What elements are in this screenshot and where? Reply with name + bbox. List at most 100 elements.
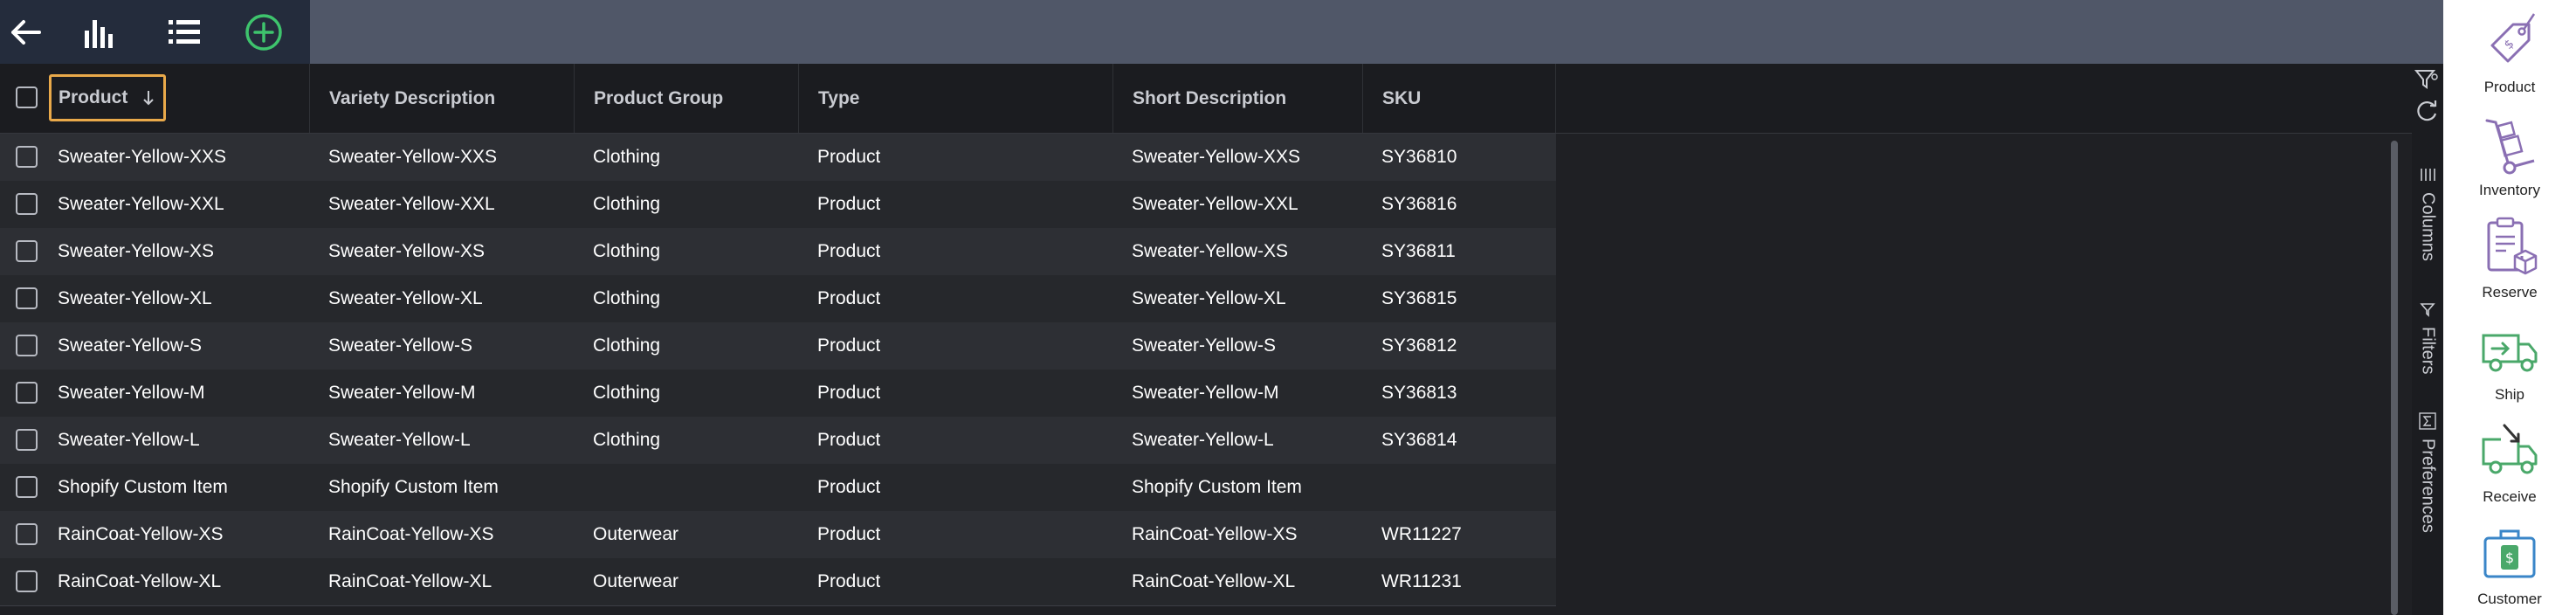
nav-reserve[interactable]: Reserve	[2443, 205, 2576, 307]
cell-product[interactable]: Sweater-Yellow-L	[58, 417, 200, 464]
sort-highlight[interactable]: Product	[49, 74, 166, 121]
header-cell-variety[interactable]: Variety Description	[310, 64, 575, 133]
cell-variety[interactable]: Shopify Custom Item	[328, 464, 499, 511]
cell-sku[interactable]: SY36814	[1381, 417, 1457, 464]
row-checkbox[interactable]	[16, 570, 38, 592]
cell-group[interactable]: Clothing	[593, 134, 660, 181]
cell-variety[interactable]: Sweater-Yellow-XXS	[328, 134, 497, 181]
cell-sku[interactable]: SY36815	[1381, 275, 1457, 322]
table-row[interactable]: RainCoat-Yellow-XL RainCoat-Yellow-XL Oute…	[0, 558, 1556, 606]
cell-type[interactable]: Product	[817, 370, 880, 417]
tab-preferences[interactable]: Preferences	[2412, 412, 2443, 533]
tab-columns[interactable]: Columns	[2412, 166, 2443, 261]
header-cell-group[interactable]: Product Group	[575, 64, 799, 133]
table-row[interactable]: Sweater-Yellow-XS Sweater-Yellow-XS Clothi…	[0, 228, 1556, 276]
cell-variety[interactable]: Sweater-Yellow-XS	[328, 228, 485, 275]
cell-type[interactable]: Product	[817, 275, 880, 322]
cell-product[interactable]: RainCoat-Yellow-XL	[58, 558, 221, 605]
cell-group[interactable]: Outerwear	[593, 511, 678, 558]
cell-type[interactable]: Product	[817, 511, 880, 558]
cell-group[interactable]: Clothing	[593, 417, 660, 464]
cell-short[interactable]: Sweater-Yellow-S	[1132, 322, 1276, 370]
header-cell-sku[interactable]: SKU	[1363, 64, 1556, 133]
row-checkbox[interactable]	[16, 429, 38, 451]
row-checkbox[interactable]	[16, 193, 38, 215]
cell-sku[interactable]: WR11227	[1381, 511, 1462, 558]
cell-variety[interactable]: Sweater-Yellow-L	[328, 417, 471, 464]
table-row[interactable]: Sweater-Yellow-XXS Sweater-Yellow-XXS Clot…	[0, 134, 1556, 182]
cell-type[interactable]: Product	[817, 134, 880, 181]
cell-group[interactable]: Clothing	[593, 322, 660, 370]
table-row[interactable]: Sweater-Yellow-XXL Sweater-Yellow-XXL Clot…	[0, 181, 1556, 229]
table-row[interactable]: Sweater-Yellow-S Sweater-Yellow-S Clothing…	[0, 322, 1556, 370]
cell-product[interactable]: Sweater-Yellow-XXL	[58, 181, 224, 228]
cell-group[interactable]: Clothing	[593, 275, 660, 322]
cell-variety[interactable]: Sweater-Yellow-XL	[328, 275, 483, 322]
cell-short[interactable]: Sweater-Yellow-XL	[1132, 275, 1286, 322]
cell-type[interactable]: Product	[817, 558, 880, 605]
row-checkbox[interactable]	[16, 240, 38, 262]
row-checkbox[interactable]	[16, 523, 38, 545]
row-checkbox[interactable]	[16, 382, 38, 404]
list-view-button[interactable]	[159, 7, 210, 58]
cell-type[interactable]: Product	[817, 228, 880, 275]
table-row[interactable]: Sweater-Yellow-XL Sweater-Yellow-XL Clothi…	[0, 275, 1556, 323]
table-row[interactable]: Sweater-Yellow-L Sweater-Yellow-L Clothing…	[0, 417, 1556, 465]
add-button[interactable]	[238, 7, 289, 58]
table-row[interactable]: RainCoat-Yellow-XS RainCoat-Yellow-XS Oute…	[0, 511, 1556, 559]
cell-type[interactable]: Product	[817, 322, 880, 370]
cell-short[interactable]: Sweater-Yellow-M	[1132, 370, 1278, 417]
cell-product[interactable]: Sweater-Yellow-XL	[58, 275, 212, 322]
cell-type[interactable]: Product	[817, 464, 880, 511]
cell-group[interactable]: Clothing	[593, 181, 660, 228]
cell-product[interactable]: Sweater-Yellow-XS	[58, 228, 214, 275]
chart-button[interactable]	[73, 7, 124, 58]
nav-customer[interactable]: $ Customer	[2443, 512, 2576, 613]
cell-product[interactable]: Sweater-Yellow-S	[58, 322, 202, 370]
cell-group[interactable]: Clothing	[593, 370, 660, 417]
cell-variety[interactable]: Sweater-Yellow-M	[328, 370, 475, 417]
cell-short[interactable]: RainCoat-Yellow-XS	[1132, 511, 1297, 558]
header-cell-type[interactable]: Type	[799, 64, 1113, 133]
refresh-button[interactable]	[2415, 98, 2440, 127]
cell-sku[interactable]: WR11231	[1381, 558, 1462, 605]
row-checkbox[interactable]	[16, 146, 38, 168]
nav-inventory[interactable]: Inventory	[2443, 103, 2576, 204]
cell-short[interactable]: Sweater-Yellow-XXL	[1132, 181, 1298, 228]
cell-product[interactable]: Shopify Custom Item	[58, 464, 228, 511]
cell-variety[interactable]: RainCoat-Yellow-XS	[328, 511, 493, 558]
cell-short[interactable]: Sweater-Yellow-XS	[1132, 228, 1288, 275]
cell-type[interactable]: Product	[817, 181, 880, 228]
cell-short[interactable]: Shopify Custom Item	[1132, 464, 1302, 511]
nav-ship[interactable]: Ship	[2443, 308, 2576, 409]
row-checkbox[interactable]	[16, 335, 38, 356]
cell-short[interactable]: Sweater-Yellow-XXS	[1132, 134, 1300, 181]
cell-product[interactable]: Sweater-Yellow-XXS	[58, 134, 226, 181]
nav-product[interactable]: $ Product	[2443, 0, 2576, 101]
cell-sku[interactable]: SY36813	[1381, 370, 1457, 417]
tab-filters[interactable]: Filters	[2412, 301, 2443, 374]
vertical-scrollbar[interactable]	[2391, 141, 2398, 615]
cell-product[interactable]: Sweater-Yellow-M	[58, 370, 204, 417]
cell-short[interactable]: Sweater-Yellow-L	[1132, 417, 1274, 464]
cell-variety[interactable]: RainCoat-Yellow-XL	[328, 558, 492, 605]
cell-product[interactable]: RainCoat-Yellow-XS	[58, 511, 223, 558]
header-cell-product[interactable]: Product	[0, 64, 310, 133]
cell-sku[interactable]: SY36811	[1381, 228, 1456, 275]
cell-group[interactable]: Clothing	[593, 228, 660, 275]
row-checkbox[interactable]	[16, 476, 38, 498]
cell-type[interactable]: Product	[817, 417, 880, 464]
cell-short[interactable]: RainCoat-Yellow-XL	[1132, 558, 1295, 605]
filter-settings-button[interactable]	[2414, 68, 2440, 97]
row-checkbox[interactable]	[16, 287, 38, 309]
back-button[interactable]	[0, 7, 51, 58]
table-row[interactable]: Sweater-Yellow-M Sweater-Yellow-M Clothing…	[0, 370, 1556, 418]
table-row[interactable]: Shopify Custom Item Shopify Custom Item Pr…	[0, 464, 1556, 512]
nav-receive[interactable]: Receive	[2443, 410, 2576, 511]
cell-sku[interactable]: SY36810	[1381, 134, 1457, 181]
cell-variety[interactable]: Sweater-Yellow-S	[328, 322, 472, 370]
cell-variety[interactable]: Sweater-Yellow-XXL	[328, 181, 495, 228]
cell-sku[interactable]: SY36812	[1381, 322, 1457, 370]
cell-group[interactable]: Outerwear	[593, 558, 678, 605]
header-cell-short-description[interactable]: Short Description	[1113, 64, 1363, 133]
